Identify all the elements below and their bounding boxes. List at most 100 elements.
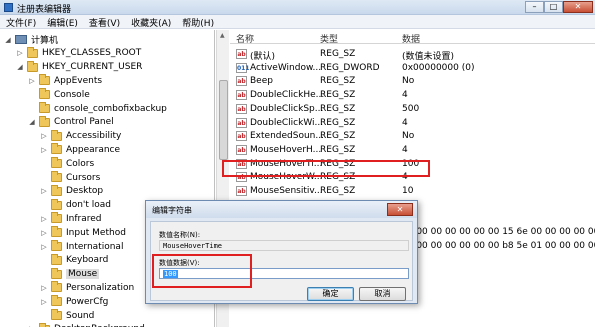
menu-help[interactable]: 帮助(H) xyxy=(176,15,219,29)
scroll-up-arrow-icon[interactable]: ▲ xyxy=(220,32,225,39)
tree-item[interactable]: ▷ Accessibility xyxy=(40,129,121,143)
value-type: REG_SZ xyxy=(320,117,356,128)
tree-item[interactable]: ▷ Personalization xyxy=(40,281,134,294)
tree-item[interactable]: console_combofixbackup xyxy=(28,102,167,115)
registry-value-row[interactable]: ab MouseHoverH... REG_SZ 4 xyxy=(230,144,595,157)
folder-icon xyxy=(51,253,62,265)
value-data: 4 xyxy=(402,117,408,128)
string-value-icon: ab xyxy=(236,117,247,128)
cancel-button[interactable]: 取消 xyxy=(359,287,406,301)
tree-item[interactable]: ▷ PowerCfg xyxy=(40,295,108,308)
folder-icon xyxy=(39,74,50,86)
column-header-name[interactable]: 名称 xyxy=(236,32,254,45)
value-name: ActiveWindow... xyxy=(250,62,322,73)
value-name: ExtendedSoun... xyxy=(250,131,324,142)
tree-item-label: HKEY_CLASSES_ROOT xyxy=(42,48,142,59)
registry-value-row[interactable]: ab DoubleClickWi... REG_SZ 4 xyxy=(230,117,595,130)
menu-view[interactable]: 查看(V) xyxy=(83,15,125,29)
tree-expander-icon[interactable]: ▷ xyxy=(40,187,48,195)
tree-item[interactable]: ▷ Infrared xyxy=(40,212,102,225)
column-header-data[interactable]: 数据 xyxy=(402,32,420,45)
value-data: 0x00000000 (0) xyxy=(402,62,475,73)
folder-icon xyxy=(51,240,62,251)
tree-expander-icon[interactable]: ▷ xyxy=(16,49,24,57)
tree-item-label: 计算机 xyxy=(31,36,59,46)
tree-item[interactable]: ▷ AppEvents xyxy=(28,74,102,87)
string-value-icon: ab xyxy=(236,76,247,87)
tree-expander-icon[interactable]: ▷ xyxy=(40,243,48,251)
value-name: MouseHoverH... xyxy=(250,144,322,155)
folder-icon xyxy=(39,88,50,100)
value-type: REG_SZ xyxy=(320,186,356,196)
value-data: 00 00 00 00 00 00 00 b8 5e 01 00 00 00 0… xyxy=(402,240,595,251)
registry-value-row[interactable]: ab DoubleClickHe... REG_SZ 4 xyxy=(230,89,595,102)
tree-item[interactable]: Colors xyxy=(40,157,94,170)
value-type: REG_SZ xyxy=(320,90,356,101)
menu-favorites[interactable]: 收藏夹(A) xyxy=(125,15,176,29)
string-value-icon: ab xyxy=(236,90,247,101)
window-title: 注册表编辑器 xyxy=(17,5,72,15)
tree-item[interactable]: ▷ Desktop xyxy=(40,184,103,198)
tree-item[interactable]: ▷ International xyxy=(40,240,123,253)
value-name-label: 数值名称(N): xyxy=(159,231,201,239)
folder-icon xyxy=(51,171,62,182)
computer-icon xyxy=(15,35,27,44)
tree-expander-icon[interactable]: ▷ xyxy=(40,132,48,140)
tree-item-label: International xyxy=(66,241,124,252)
folder-icon xyxy=(51,184,62,196)
menu-file[interactable]: 文件(F) xyxy=(0,15,41,29)
regedit-app-icon xyxy=(4,3,13,12)
registry-value-row[interactable]: ab Beep REG_SZ No xyxy=(230,75,595,88)
maximize-button[interactable]: □ xyxy=(544,1,563,13)
tree-item[interactable]: ◢ 计算机 xyxy=(4,33,58,46)
registry-value-row[interactable]: 011 ActiveWindow... REG_DWORD 0x00000000 (0… xyxy=(230,62,595,75)
close-button[interactable]: ✕ xyxy=(563,1,593,13)
folder-icon xyxy=(27,60,38,72)
tree-expander-icon[interactable]: ◢ xyxy=(4,36,12,44)
menu-bar: 文件(F) 编辑(E) 查看(V) 收藏夹(A) 帮助(H) xyxy=(0,15,595,29)
ok-button[interactable]: 确定 xyxy=(307,287,354,301)
registry-value-row[interactable]: ab MouseSensitiv... REG_SZ 10 xyxy=(230,185,595,198)
tree-item[interactable]: ◢ HKEY_CURRENT_USER xyxy=(16,60,142,74)
scrollbar-thumb[interactable] xyxy=(219,80,228,160)
folder-icon xyxy=(51,129,62,141)
tree-expander-icon[interactable]: ▷ xyxy=(40,298,48,306)
dialog-close-button[interactable]: ✕ xyxy=(387,203,413,216)
tree-item-label: PowerCfg xyxy=(66,296,109,307)
tree-item-label: AppEvents xyxy=(54,75,103,86)
menu-edit[interactable]: 编辑(E) xyxy=(41,15,83,29)
tree-item[interactable]: Mouse xyxy=(40,267,100,281)
tree-expander-icon[interactable]: ◢ xyxy=(16,63,24,71)
dialog-titlebar: 编辑字符串 ✕ xyxy=(146,201,417,218)
binary-value-icon: 011 xyxy=(236,62,250,73)
tree-item[interactable]: don't load xyxy=(40,198,111,212)
tree-item[interactable]: ▷ Input Method xyxy=(40,226,126,239)
tree-item[interactable]: ◢ Control Panel xyxy=(28,115,114,129)
tree-expander-icon[interactable]: ▷ xyxy=(40,229,48,237)
folder-icon xyxy=(51,309,62,320)
column-header-type[interactable]: 类型 xyxy=(320,32,338,45)
tree-item-label: Colors xyxy=(66,158,95,169)
tree-expander-icon[interactable]: ◢ xyxy=(28,118,36,126)
tree-item[interactable]: Console xyxy=(28,88,90,101)
tree-item[interactable]: Cursors xyxy=(40,171,100,184)
tree-expander-icon[interactable]: ▷ xyxy=(40,284,48,292)
registry-value-row[interactable]: ab (默认) REG_SZ (数值未设置) xyxy=(230,48,595,62)
tree-item[interactable]: Sound xyxy=(40,309,94,322)
tree-expander-icon[interactable]: ▷ xyxy=(40,215,48,223)
minimize-button[interactable]: – xyxy=(525,1,544,13)
tree-item[interactable]: Keyboard xyxy=(40,253,108,267)
value-type: REG_SZ xyxy=(320,49,356,59)
tree-item[interactable]: ▷ Appearance xyxy=(40,143,120,156)
tree-item[interactable]: ▷ HKEY_CLASSES_ROOT xyxy=(16,46,142,60)
tree-item[interactable]: ▷DesktopBackground xyxy=(28,322,145,327)
tree-item-label: console_combofixbackup xyxy=(54,103,167,114)
tree-expander-icon[interactable]: ▷ xyxy=(28,77,36,85)
highlight-annotation-data xyxy=(152,254,252,288)
folder-icon xyxy=(51,295,62,307)
value-name: DoubleClickSp... xyxy=(250,103,324,114)
registry-value-row[interactable]: ab ExtendedSoun... REG_SZ No xyxy=(230,130,595,143)
tree-expander-icon[interactable]: ▷ xyxy=(40,146,48,154)
value-type: REG_SZ xyxy=(320,131,356,142)
registry-value-row[interactable]: ab DoubleClickSp... REG_SZ 500 xyxy=(230,103,595,116)
